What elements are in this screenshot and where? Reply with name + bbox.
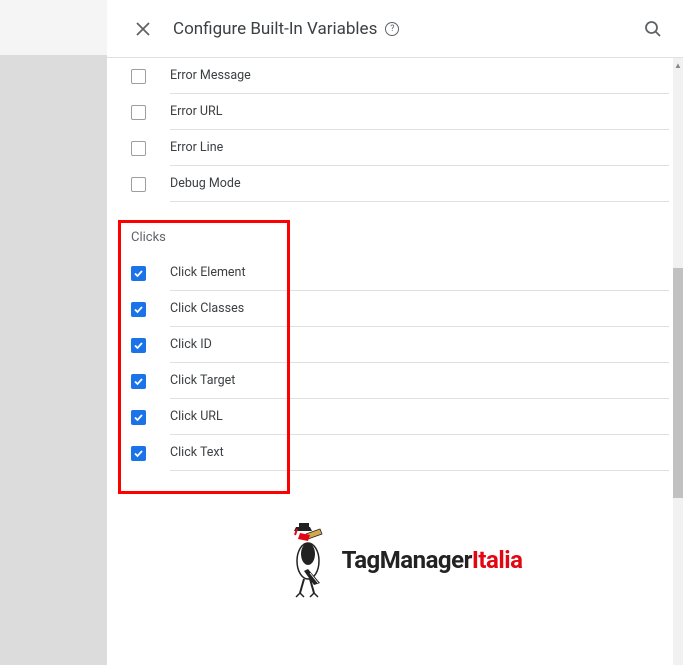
logo-text-1: TagManager <box>342 546 472 574</box>
scrollbar-thumb[interactable] <box>673 268 683 498</box>
checkbox-click-element[interactable] <box>131 266 146 281</box>
content-inner: Error Message Error URL Error Line Debug… <box>131 58 683 599</box>
checkbox-click-url[interactable] <box>131 410 146 425</box>
search-button[interactable] <box>641 17 665 41</box>
scroll-arrow-up-icon[interactable]: ▲ <box>673 58 683 72</box>
logo-woodpecker <box>278 521 336 599</box>
variable-row[interactable]: Click Classes <box>131 291 669 327</box>
background-left-top <box>0 0 107 55</box>
panel-header: Configure Built-In Variables ? <box>107 0 683 58</box>
checkbox-debug-mode[interactable] <box>131 177 146 192</box>
checkbox-error-line[interactable] <box>131 141 146 156</box>
variable-row[interactable]: Click ID <box>131 327 669 363</box>
logo-text-2: Italia <box>472 546 523 574</box>
checkbox-click-target[interactable] <box>131 374 146 389</box>
variable-label: Click Classes <box>170 291 669 327</box>
variable-row[interactable]: Click URL <box>131 399 669 435</box>
section-title-clicks: Clicks <box>131 230 669 245</box>
variable-row[interactable]: Click Target <box>131 363 669 399</box>
variable-row[interactable]: Error Message <box>131 58 669 94</box>
help-icon[interactable]: ? <box>385 22 399 36</box>
background-left <box>0 0 107 665</box>
config-panel: Configure Built-In Variables ? Error Mes… <box>107 0 683 665</box>
variable-label: Click ID <box>170 327 669 363</box>
variable-label: Click Text <box>170 435 669 471</box>
checkbox-error-url[interactable] <box>131 105 146 120</box>
checkbox-click-classes[interactable] <box>131 302 146 317</box>
panel-content: Error Message Error URL Error Line Debug… <box>107 58 683 665</box>
panel-title: Configure Built-In Variables ? <box>173 19 641 39</box>
checkbox-click-text[interactable] <box>131 446 146 461</box>
variable-label: Error URL <box>170 94 669 130</box>
variable-row[interactable]: Error Line <box>131 130 669 166</box>
search-icon <box>644 20 662 38</box>
variable-label: Click URL <box>170 399 669 435</box>
variable-row[interactable]: Error URL <box>131 94 669 130</box>
close-icon <box>136 22 150 36</box>
variable-row[interactable]: Debug Mode <box>131 166 669 202</box>
close-button[interactable] <box>131 17 155 41</box>
scrollbar-track[interactable]: ▲ <box>673 58 683 665</box>
variable-label: Error Message <box>170 58 669 94</box>
variable-row[interactable]: Click Text <box>131 435 669 471</box>
variable-label: Click Target <box>170 363 669 399</box>
variable-label: Debug Mode <box>170 166 669 202</box>
title-text: Configure Built-In Variables <box>173 19 377 39</box>
logo-area: TagManagerItalia <box>131 521 669 599</box>
logo-text: TagManagerItalia <box>342 546 523 574</box>
variable-label: Error Line <box>170 130 669 166</box>
variable-row[interactable]: Click Element <box>131 255 669 291</box>
variable-label: Click Element <box>170 255 669 291</box>
checkbox-error-message[interactable] <box>131 69 146 84</box>
checkbox-click-id[interactable] <box>131 338 146 353</box>
